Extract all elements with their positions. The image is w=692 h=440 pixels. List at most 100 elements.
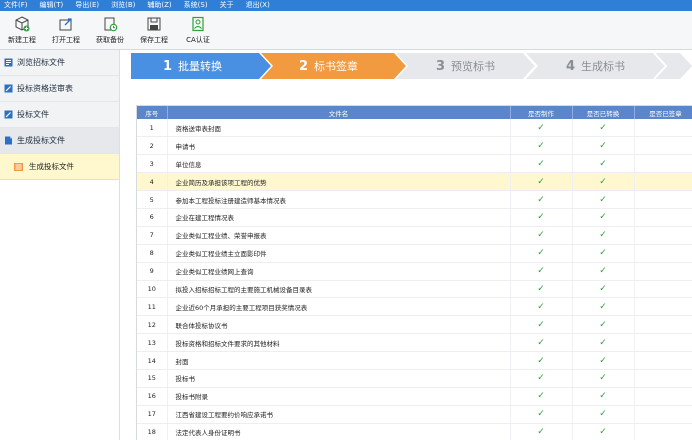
save-icon [147,17,161,31]
converted-check-icon: ✓ [572,244,635,263]
converted-check-icon: ✓ [572,154,635,174]
row-filename: 单位信息 [167,154,511,174]
converted-check-icon: ✓ [572,280,635,299]
signed-cell [634,280,692,299]
sidebar-item-browse-tender[interactable]: 浏览招标文件 [0,50,119,76]
made-check-icon: ✓ [510,262,573,281]
signed-cell [634,226,692,245]
row-filename: 封面 [167,351,511,370]
sidebar-item-qualification-form[interactable]: 投标资格送审表 [0,76,119,102]
signed-cell [634,333,692,353]
menu-assist[interactable]: 辅助(Z) [147,0,171,11]
table-row[interactable]: 14 封面 ✓ ✓ [137,351,692,370]
row-number: 8 [137,244,168,263]
step-number: 2 [299,58,309,74]
sidebar-item-bid-document[interactable]: 投标文件 [0,102,119,128]
row-filename: 企业类似工程业绩网上查询 [167,262,511,281]
row-filename: 企业类似工程业绩、荣誉申报表 [167,226,511,245]
sidebar-subitem-label: 生成投标文件 [29,162,74,171]
signed-cell [634,369,692,388]
step-batch-convert[interactable]: 1 批量转换 [131,53,271,79]
step-number: 3 [436,58,446,74]
converted-check-icon: ✓ [572,262,635,281]
table-row[interactable]: 7 企业类似工程业绩、荣誉申报表 ✓ ✓ [137,226,692,245]
save-project-label: 保存工程 [140,36,168,44]
table-row[interactable]: 17 江西省建设工程要约价响应承诺书 ✓ ✓ [137,405,692,424]
made-check-icon: ✓ [510,387,573,406]
menu-about[interactable]: 关于 [220,0,234,11]
table-row[interactable]: 1 资格送审表封面 ✓ ✓ [137,119,692,138]
new-project-label: 新建工程 [8,36,36,44]
new-project-button[interactable]: 新建工程 [0,11,44,50]
menu-bar: 文件(F) 编辑(T) 导出(E) 浏览(B) 辅助(Z) 系统(S) 关于 退… [0,0,692,11]
row-filename: 企业类似工程业绩主立面影印件 [167,244,511,263]
converted-check-icon: ✓ [572,208,635,227]
row-filename: 企业近60个月承担的主要工程项目获奖情况表 [167,297,511,317]
row-number: 9 [137,262,168,281]
open-project-icon [59,18,72,31]
made-check-icon: ✓ [510,119,573,138]
menu-exit[interactable]: 退出(X) [246,0,270,11]
signed-cell [634,244,692,263]
converted-check-icon: ✓ [572,136,635,156]
converted-check-icon: ✓ [572,423,635,440]
made-check-icon: ✓ [510,136,573,156]
row-number: 1 [137,119,168,138]
table-row[interactable]: 3 单位信息 ✓ ✓ [137,154,692,174]
table-header-row: 序号 文件名 是否制作 是否已转换 是否已签章 [137,106,692,119]
step-generate-bid[interactable]: 4 生成标书 [526,53,692,79]
col-header-signed: 是否已签章 [634,106,692,119]
menu-export[interactable]: 导出(E) [75,0,99,11]
row-filename: 投标书附录 [167,387,511,406]
table-row[interactable]: 15 投标书 ✓ ✓ [137,369,692,388]
made-check-icon: ✓ [510,226,573,245]
ca-auth-button[interactable]: CA认证 [176,11,220,50]
step-sign-bid[interactable]: 2 标书签章 [261,53,406,79]
menu-browse[interactable]: 浏览(B) [111,0,135,11]
sidebar-subitem-generate-bid[interactable]: 生成投标文件 [0,154,119,180]
made-check-icon: ✓ [510,190,573,209]
table-row[interactable]: 16 投标书附录 ✓ ✓ [137,387,692,406]
open-project-button[interactable]: 打开工程 [44,11,88,50]
row-filename: 申请书 [167,136,511,156]
menu-edit[interactable]: 编辑(T) [40,0,64,11]
ca-auth-label: CA认证 [186,36,210,44]
signed-cell [634,423,692,440]
step-preview-bid[interactable]: 3 预览标书 [396,53,536,79]
row-number: 10 [137,280,168,299]
made-check-icon: ✓ [510,172,573,192]
signed-cell [634,208,692,227]
signed-cell [634,297,692,317]
table-row[interactable]: 2 申请书 ✓ ✓ [137,136,692,156]
made-check-icon: ✓ [510,315,573,335]
save-project-button[interactable]: 保存工程 [132,11,176,50]
made-check-icon: ✓ [510,405,573,424]
table-row[interactable]: 8 企业类似工程业绩主立面影印件 ✓ ✓ [137,244,692,263]
converted-check-icon: ✓ [572,297,635,317]
step-label: 生成标书 [581,60,626,73]
list-icon [14,162,23,171]
sidebar: 浏览招标文件 投标资格送审表 投标文件 生成投标文件 生成投标文件 [0,50,120,440]
table-row[interactable]: 12 联合体投标协议书 ✓ ✓ [137,315,692,335]
sidebar-item-generate-bid[interactable]: 生成投标文件 [0,128,119,154]
table-row[interactable]: 5 参加本工程投标注册建造师基本情况表 ✓ ✓ [137,190,692,209]
row-filename: 参加本工程投标注册建造师基本情况表 [167,190,511,209]
signed-cell [634,119,692,138]
row-filename: 拟投入招标招标工程的主要施工机械设备目录表 [167,280,511,299]
table-row[interactable]: 13 投标资格和招标文件要求的其他材料 ✓ ✓ [137,333,692,353]
made-check-icon: ✓ [510,333,573,353]
menu-system[interactable]: 系统(S) [184,0,208,11]
table-row[interactable]: 4 企业简历及承担该项工程的优势 ✓ ✓ [137,172,692,192]
signed-cell [634,262,692,281]
made-check-icon: ✓ [510,423,573,440]
get-backup-button[interactable]: 获取备份 [88,11,132,50]
sidebar-item-label: 生成投标文件 [17,136,65,145]
menu-file[interactable]: 文件(F) [4,0,28,11]
table-row[interactable]: 6 企业在建工程情况表 ✓ ✓ [137,208,692,227]
table-row[interactable]: 18 法定代表人身份证明书 ✓ ✓ [137,423,692,440]
table-row[interactable]: 9 企业类似工程业绩网上查询 ✓ ✓ [137,262,692,281]
table-row[interactable]: 11 企业近60个月承担的主要工程项目获奖情况表 ✓ ✓ [137,297,692,317]
row-number: 17 [137,405,168,424]
row-number: 5 [137,190,168,209]
table-row[interactable]: 10 拟投入招标招标工程的主要施工机械设备目录表 ✓ ✓ [137,280,692,299]
